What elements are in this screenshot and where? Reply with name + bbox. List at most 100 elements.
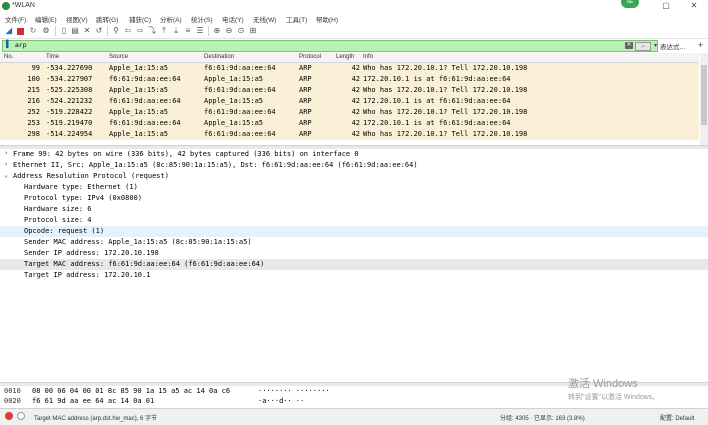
column-no[interactable]: No. (4, 54, 13, 60)
expression-button[interactable]: 表达式… (660, 41, 686, 51)
first-packet-icon[interactable]: ⤒ (159, 26, 169, 36)
cell-len: 42 (351, 108, 360, 116)
find-packet-icon[interactable]: ⚲ (111, 26, 121, 36)
collapsed-arrow-icon[interactable]: › (4, 160, 8, 168)
cell-no: 99 (31, 64, 40, 72)
packet-row[interactable]: 298 -514.224954 Apple_1a:15:a5 f6:61:9d:aa:… (0, 129, 699, 140)
cell-src: Apple_1a:15:a5 (109, 64, 169, 72)
close-file-icon[interactable]: ✕ (82, 26, 92, 36)
close-icon[interactable]: ✕ (684, 1, 704, 11)
menu-file[interactable]: 文件(F) (5, 14, 26, 24)
bookmark-icon[interactable]: ▌ (6, 41, 11, 48)
colorize-icon[interactable]: ☰ (195, 26, 205, 36)
column-time[interactable]: Time (46, 54, 59, 60)
apply-filter-icon[interactable]: → (635, 42, 651, 51)
resize-columns-icon[interactable]: ⊞ (248, 26, 258, 36)
cell-proto: ARP (299, 119, 312, 127)
status-field-info: Target MAC address (arp.dst.hw_mac), 6 字… (34, 416, 158, 422)
cell-dst: Apple_1a:15:a5 (204, 119, 264, 127)
column-info[interactable]: Info (363, 54, 373, 60)
packet-row[interactable]: 252 -519.228422 Apple_1a:15:a5 f6:61:9d:aa:… (0, 107, 699, 118)
last-packet-icon[interactable]: ⤓ (171, 26, 181, 36)
cell-info: 172.20.10.1 is at f6:61:9d:aa:ee:64 (363, 75, 511, 83)
detail-tree-node[interactable]: › Ethernet II, Src: Apple_1a:15:a5 (8c:85… (0, 160, 708, 171)
go-to-packet-icon[interactable]: ⤵ (147, 26, 157, 36)
cell-time: -534.227690 (46, 64, 93, 72)
clear-filter-icon[interactable]: ✕ (625, 42, 633, 49)
restore-icon[interactable]: ▢ (656, 1, 676, 11)
save-file-icon[interactable]: ▤ (70, 26, 80, 36)
packet-row[interactable]: 215 -525.225308 Apple_1a:15:a5 f6:61:9d:aa:… (0, 85, 699, 96)
menu-capture[interactable]: 捕获(C) (129, 14, 151, 24)
collapsed-arrow-icon[interactable]: › (4, 149, 8, 157)
menu-go[interactable]: 跳转(G) (96, 14, 118, 24)
capture-comment-icon[interactable] (17, 412, 25, 420)
detail-tree-node[interactable]: ⌄ Address Resolution Protocol (request) (0, 171, 708, 182)
scrollbar-thumb[interactable] (701, 65, 707, 125)
packet-row[interactable]: 99 -534.227690 Apple_1a:15:a5 f6:61:9d:aa:e… (0, 63, 699, 74)
detail-field[interactable]: Target MAC address: f6:61:9d:aa:ee:64 (f… (0, 259, 708, 270)
capture-options-icon[interactable]: ⚙ (41, 26, 51, 36)
menu-statistics[interactable]: 统计(S) (191, 14, 213, 24)
go-back-icon[interactable]: ⇦ (123, 26, 133, 36)
cell-info: 172.20.10.1 is at f6:61:9d:aa:ee:64 (363, 97, 511, 105)
filter-text[interactable]: arp (15, 42, 27, 49)
detail-field[interactable]: Protocol size: 4 (0, 215, 708, 226)
column-length[interactable]: Length (336, 54, 354, 60)
cell-src: f6:61:9d:aa:ee:64 (109, 97, 181, 105)
start-capture-icon[interactable]: ◢ (4, 26, 14, 36)
expanded-arrow-icon[interactable]: ⌄ (4, 171, 8, 179)
display-filter-input[interactable]: ▌ arp ✕ → ▾ (2, 40, 658, 52)
open-file-icon[interactable]: ▯ (59, 26, 69, 36)
detail-field[interactable]: Opcode: request (1) (0, 226, 708, 237)
chevron-down-icon[interactable]: ▾ (654, 42, 657, 49)
restart-capture-icon[interactable]: ↻ (28, 26, 38, 36)
cell-info: Who has 172.20.10.1? Tell 172.20.10.198 (363, 108, 528, 116)
cell-proto: ARP (299, 64, 312, 72)
auto-scroll-icon[interactable]: ≡ (183, 26, 193, 36)
packet-row[interactable]: 216 -524.221232 f6:61:9d:aa:ee:64 Apple_1a:… (0, 96, 699, 107)
column-destination[interactable]: Destination (204, 54, 234, 60)
detail-tree-node[interactable]: › Frame 99: 42 bytes on wire (336 bits), … (0, 149, 708, 160)
expert-info-icon[interactable] (5, 412, 13, 420)
cell-proto: ARP (299, 97, 312, 105)
detail-field[interactable]: Protocol type: IPv4 (0x0800) (0, 193, 708, 204)
zoom-in-icon[interactable]: ⊕ (212, 26, 222, 36)
menu-wireless[interactable]: 无线(W) (253, 14, 276, 24)
reload-file-icon[interactable]: ↺ (94, 26, 104, 36)
zoom-out-icon[interactable]: ⊖ (224, 26, 234, 36)
add-filter-button[interactable]: + (698, 40, 703, 50)
column-protocol[interactable]: Protocol (299, 54, 321, 60)
detail-field[interactable]: Hardware size: 6 (0, 204, 708, 215)
cell-proto: ARP (299, 108, 312, 116)
cell-len: 42 (351, 119, 360, 127)
column-source[interactable]: Source (109, 54, 128, 60)
menu-edit[interactable]: 编辑(E) (35, 14, 57, 24)
menu-telephony[interactable]: 电话(Y) (222, 14, 244, 24)
menu-analyze[interactable]: 分析(A) (160, 14, 182, 24)
detail-field[interactable]: Sender MAC address: Apple_1a:15:a5 (8c:8… (0, 237, 708, 248)
cell-no: 298 (27, 130, 40, 138)
cell-dst: f6:61:9d:aa:ee:64 (204, 130, 276, 138)
detail-field[interactable]: Target IP address: 172.20.10.1 (0, 270, 708, 281)
packet-list[interactable]: No. Time Source Destination Protocol Len… (0, 53, 699, 145)
packet-row[interactable]: 253 -519.219470 f6:61:9d:aa:ee:64 Apple_1a:… (0, 118, 699, 129)
detail-text: Sender MAC address: Apple_1a:15:a5 (8c:8… (24, 238, 252, 246)
packet-row[interactable]: 100 -534.227907 f6:61:9d:aa:ee:64 Apple_1a:… (0, 74, 699, 85)
go-forward-icon[interactable]: ⇨ (135, 26, 145, 36)
activation-watermark: 激活 Windows 转到"设置"以激活 Windows。 (568, 375, 659, 402)
menu-help[interactable]: 帮助(H) (316, 14, 338, 24)
packet-details-tree[interactable]: › Frame 99: 42 bytes on wire (336 bits), … (0, 149, 708, 381)
zoom-reset-icon[interactable]: ⊙ (236, 26, 246, 36)
stop-capture-icon[interactable] (17, 28, 24, 35)
cell-dst: f6:61:9d:aa:ee:64 (204, 108, 276, 116)
menu-view[interactable]: 视图(V) (66, 14, 88, 24)
packet-list-scrollbar[interactable] (700, 53, 708, 145)
cell-no: 253 (27, 119, 40, 127)
notification-badge[interactable]: SE (621, 0, 639, 8)
status-profile[interactable]: 配置: Default (660, 413, 694, 422)
menu-tools[interactable]: 工具(T) (286, 14, 307, 24)
detail-field[interactable]: Hardware type: Ethernet (1) (0, 182, 708, 193)
detail-text: Target MAC address: f6:61:9d:aa:ee:64 (f… (24, 260, 265, 268)
detail-field[interactable]: Sender IP address: 172.20.10.198 (0, 248, 708, 259)
